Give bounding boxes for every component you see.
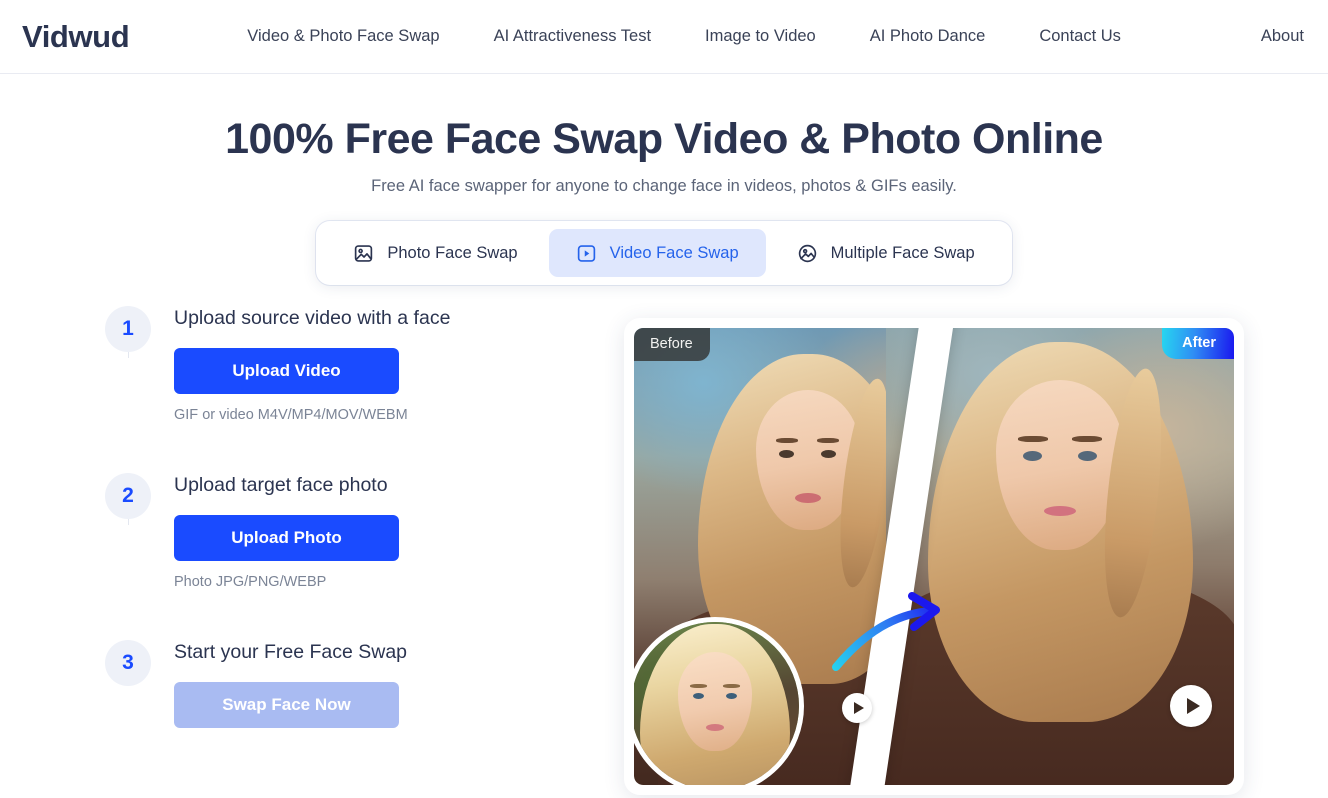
- swap-direction-arrow: [830, 591, 948, 673]
- tab-label: Photo Face Swap: [387, 243, 518, 262]
- after-eye-right: [1078, 451, 1097, 462]
- step-title: Upload target face photo: [174, 474, 388, 497]
- step-number-badge: 2: [105, 473, 151, 520]
- step-hint: GIF or video M4V/MP4/MOV/WEBM: [174, 406, 408, 423]
- play-button-after[interactable]: [1170, 685, 1212, 728]
- before-eye-right: [821, 450, 836, 459]
- page-title: 100% Free Face Swap Video & Photo Online: [225, 115, 1103, 163]
- play-triangle-icon: [1186, 698, 1200, 715]
- step-badge-column: 2: [102, 473, 154, 526]
- thumb-lips: [706, 724, 724, 732]
- tab-switcher-wrapper: Photo Face Swap Video Face Swap Multiple…: [0, 221, 1328, 286]
- step-2: 2 Upload target face photo Upload Photo …: [102, 473, 600, 640]
- thumbnail-scene-illustration: [634, 622, 799, 786]
- nav-item-ai-attractiveness-test[interactable]: AI Attractiveness Test: [494, 28, 651, 45]
- main-navigation: Video & Photo Face Swap AI Attractivenes…: [247, 28, 1304, 45]
- tab-photo-face-swap[interactable]: Photo Face Swap: [326, 229, 544, 277]
- before-after-media: Before After: [634, 328, 1234, 786]
- upload-photo-button[interactable]: Upload Photo: [174, 514, 399, 561]
- before-eye-left: [779, 450, 794, 459]
- swap-face-now-button[interactable]: Swap Face Now: [174, 681, 399, 728]
- before-label-badge: Before: [634, 328, 710, 362]
- thumb-eye-right: [726, 693, 737, 700]
- nav-item-video-photo-face-swap[interactable]: Video & Photo Face Swap: [247, 28, 439, 45]
- site-header: Vidwud Video & Photo Face Swap AI Attrac…: [0, 0, 1328, 74]
- tab-video-face-swap[interactable]: Video Face Swap: [548, 229, 766, 278]
- step-badge-column: 3: [102, 640, 154, 687]
- step-number-badge: 3: [105, 640, 151, 687]
- thumb-brow-right: [723, 684, 740, 689]
- page-subtitle: Free AI face swapper for anyone to chang…: [371, 177, 957, 196]
- step-number-badge: 1: [105, 306, 151, 353]
- thumb-eye-left: [693, 693, 704, 700]
- step-body: Upload target face photo Upload Photo Ph…: [154, 473, 399, 590]
- step-body: Start your Free Face Swap Swap Face Now: [154, 640, 408, 728]
- step-hint: Photo JPG/PNG/WEBP: [174, 573, 327, 590]
- image-icon: [353, 243, 374, 264]
- site-logo[interactable]: Vidwud: [22, 21, 130, 52]
- thumb-brow-left: [690, 684, 707, 689]
- step-badge-column: 1: [102, 306, 154, 359]
- before-lips: [795, 493, 821, 504]
- step-connector-line: [128, 519, 129, 526]
- step-body: Upload source video with a face Upload V…: [154, 306, 451, 423]
- play-triangle-icon: [853, 702, 864, 715]
- after-brow-right: [1072, 436, 1102, 443]
- before-brow-left: [776, 438, 798, 444]
- step-title: Upload source video with a face: [174, 307, 451, 330]
- nav-item-about[interactable]: About: [1261, 28, 1304, 45]
- play-button-before[interactable]: [842, 693, 872, 724]
- step-1: 1 Upload source video with a face Upload…: [102, 306, 600, 473]
- nav-item-image-to-video[interactable]: Image to Video: [705, 28, 816, 45]
- nav-item-ai-photo-dance[interactable]: AI Photo Dance: [870, 28, 986, 45]
- tab-label: Multiple Face Swap: [830, 243, 975, 262]
- hero-section: 100% Free Face Swap Video & Photo Online…: [0, 74, 1328, 196]
- source-face-thumbnail[interactable]: [634, 617, 804, 786]
- main-content: 1 Upload source video with a face Upload…: [0, 302, 1328, 798]
- steps-panel: 1 Upload source video with a face Upload…: [0, 302, 600, 798]
- step-title: Start your Free Face Swap: [174, 641, 408, 664]
- circle-image-icon: [797, 243, 818, 264]
- before-brow-right: [817, 438, 839, 444]
- tab-switcher: Photo Face Swap Video Face Swap Multiple…: [316, 221, 1012, 286]
- after-lips: [1044, 506, 1076, 517]
- video-play-icon: [576, 243, 597, 264]
- step-3: 3 Start your Free Face Swap Swap Face No…: [102, 640, 600, 728]
- nav-item-contact-us[interactable]: Contact Us: [1039, 28, 1121, 45]
- tab-label: Video Face Swap: [609, 243, 739, 262]
- after-eye-left: [1023, 451, 1042, 462]
- step-connector-line: [128, 352, 129, 359]
- tab-multiple-face-swap[interactable]: Multiple Face Swap: [770, 229, 1002, 277]
- after-brow-left: [1018, 436, 1048, 443]
- upload-video-button[interactable]: Upload Video: [174, 347, 399, 394]
- demo-preview-card: Before After: [624, 318, 1244, 796]
- after-label-badge: After: [1162, 328, 1234, 360]
